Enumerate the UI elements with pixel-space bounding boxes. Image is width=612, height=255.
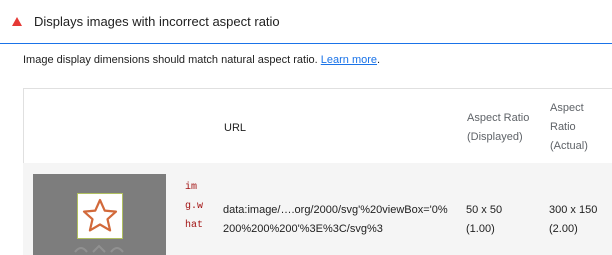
description-text: Image display dimensions should match na…: [23, 54, 321, 66]
column-header-actual-line2: Ratio: [550, 121, 576, 133]
warning-triangle-icon: [12, 17, 22, 26]
actual-ratio-cell: 300 x 150 (2.00): [549, 201, 597, 239]
details-table: URL Aspect Ratio (Displayed) Aspect Rati…: [23, 88, 612, 255]
image-url-line1: data:image/….org/2000/svg'%20viewBox='0%: [223, 204, 448, 216]
learn-more-link[interactable]: Learn more: [321, 54, 377, 66]
image-thumbnail[interactable]: [33, 174, 166, 255]
table-header-row: URL Aspect Ratio (Displayed) Aspect Rati…: [23, 88, 612, 163]
column-header-displayed-line2: (Displayed): [467, 131, 523, 143]
thumbnail-frame: [77, 193, 123, 239]
thumbnail-ghost-icon: [74, 244, 124, 253]
column-header-actual-line1: Aspect: [550, 102, 584, 114]
column-header-url: URL: [224, 122, 247, 134]
audit-title: Displays images with incorrect aspect ra…: [34, 14, 280, 29]
node-label[interactable]: img.what: [185, 178, 203, 235]
actual-ratio: (2.00): [549, 223, 578, 235]
column-header-displayed: Aspect Ratio (Displayed): [467, 109, 529, 147]
image-url[interactable]: data:image/….org/2000/svg'%20viewBox='0%…: [223, 201, 453, 239]
column-header-actual: Aspect Ratio (Actual): [550, 99, 588, 156]
column-header-actual-line3: (Actual): [550, 140, 588, 152]
displayed-ratio-cell: 50 x 50 (1.00): [466, 201, 502, 239]
image-url-line2: 200%200%200'%3E%3C/svg%3: [223, 223, 383, 235]
displayed-size: 50 x 50: [466, 204, 503, 216]
actual-size: 300 x 150: [549, 204, 598, 216]
table-row[interactable]: img.what data:image/….org/2000/svg'%20vi…: [23, 163, 612, 255]
displayed-ratio: (1.00): [466, 223, 495, 235]
audit-description: Image display dimensions should match na…: [23, 53, 380, 67]
description-end: .: [377, 54, 381, 66]
column-header-displayed-line1: Aspect Ratio: [467, 112, 530, 124]
star-icon: [82, 198, 118, 232]
audit-header[interactable]: Displays images with incorrect aspect ra…: [0, 0, 612, 44]
